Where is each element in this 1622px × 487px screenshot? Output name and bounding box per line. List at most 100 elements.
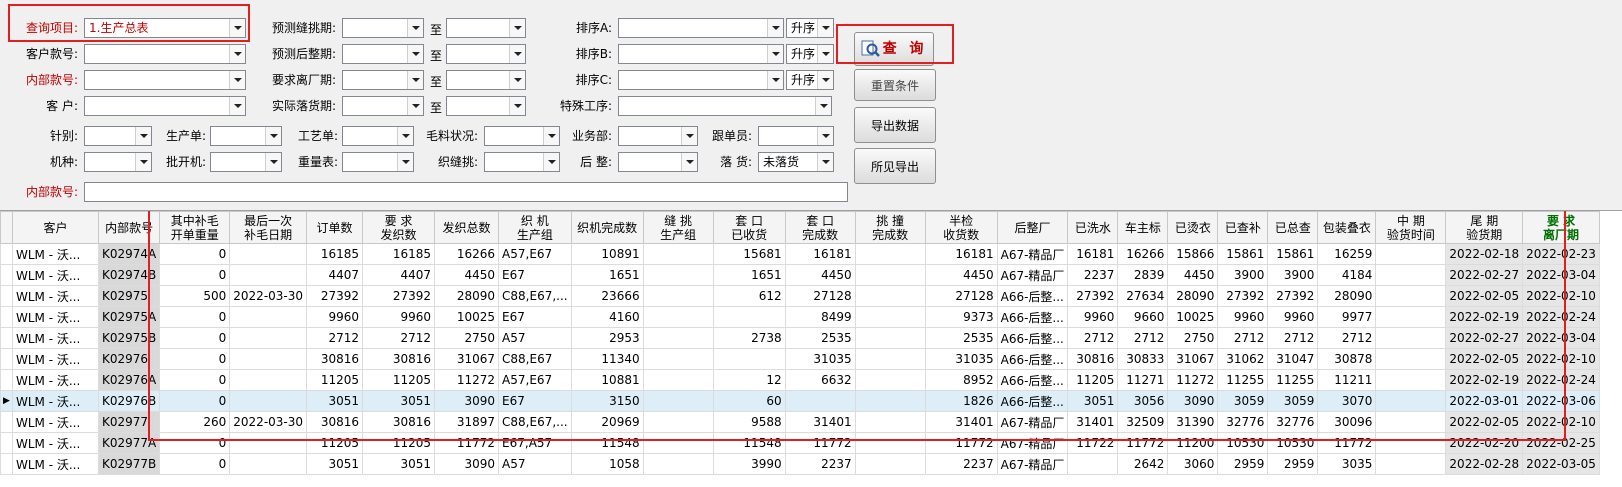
table-cell[interactable]: 2712 bbox=[1117, 327, 1169, 349]
table-cell[interactable]: 0 bbox=[159, 348, 231, 370]
table-row[interactable]: WLM - 沃... K02977A 0 11205 11205 11772 E67,A57… bbox=[0, 432, 1600, 454]
table-cell[interactable]: 31062 bbox=[1217, 348, 1269, 370]
table-cell[interactable] bbox=[229, 306, 308, 328]
internal-no2-input[interactable] bbox=[84, 182, 848, 202]
table-cell[interactable]: 2750 bbox=[434, 327, 500, 349]
table-cell[interactable]: 16259 bbox=[1317, 243, 1377, 265]
table-cell[interactable]: 16181 bbox=[924, 243, 998, 265]
table-cell[interactable]: 30816 bbox=[306, 348, 364, 370]
table-cell[interactable]: 2022-03-05 bbox=[1522, 453, 1600, 475]
sort-a-select[interactable] bbox=[618, 18, 784, 38]
table-cell[interactable]: 2712 bbox=[306, 327, 364, 349]
table-cell[interactable]: A67-精品厂 bbox=[996, 432, 1069, 454]
table-cell[interactable] bbox=[642, 306, 714, 328]
row-selector[interactable] bbox=[0, 306, 13, 328]
special-proc-select[interactable] bbox=[618, 96, 832, 116]
column-header[interactable]: 缝 挑 生产组 bbox=[642, 211, 714, 244]
chevron-down-icon[interactable] bbox=[817, 153, 833, 171]
table-cell[interactable] bbox=[854, 264, 926, 286]
chevron-down-icon[interactable] bbox=[397, 127, 413, 145]
table-cell[interactable]: K02975 bbox=[97, 285, 161, 307]
table-cell[interactable]: 2237 bbox=[924, 453, 998, 475]
column-header[interactable]: 客户 bbox=[12, 211, 99, 244]
table-cell[interactable]: 3900 bbox=[1217, 264, 1269, 286]
chevron-down-icon[interactable] bbox=[407, 19, 423, 37]
business-select[interactable] bbox=[618, 126, 698, 146]
table-cell[interactable]: 11772 bbox=[1317, 432, 1377, 454]
table-cell[interactable]: 27128 bbox=[924, 285, 998, 307]
table-cell[interactable]: 612 bbox=[712, 285, 786, 307]
table-cell[interactable]: 11205 bbox=[306, 369, 364, 391]
table-cell[interactable] bbox=[642, 432, 714, 454]
table-cell[interactable]: 10530 bbox=[1267, 432, 1319, 454]
table-cell[interactable]: K02977B bbox=[97, 453, 161, 475]
table-cell[interactable]: WLM - 沃... bbox=[12, 348, 99, 370]
table-cell[interactable]: 2750 bbox=[1167, 327, 1219, 349]
table-cell[interactable]: K02975A bbox=[97, 306, 161, 328]
table-cell[interactable]: 3059 bbox=[1217, 390, 1269, 412]
table-cell[interactable] bbox=[642, 348, 714, 370]
table-cell[interactable]: 3035 bbox=[1317, 453, 1377, 475]
table-cell[interactable]: WLM - 沃... bbox=[12, 369, 99, 391]
chevron-down-icon[interactable] bbox=[229, 45, 245, 63]
table-cell[interactable]: 2022-02-05 bbox=[1445, 348, 1524, 370]
internal-no-select[interactable] bbox=[84, 70, 246, 90]
table-cell[interactable]: 500 bbox=[159, 285, 231, 307]
chevron-down-icon[interactable] bbox=[767, 19, 783, 37]
table-cell[interactable] bbox=[1375, 285, 1447, 307]
table-cell[interactable]: 30096 bbox=[1317, 411, 1377, 433]
table-cell[interactable] bbox=[1375, 348, 1447, 370]
table-cell[interactable]: A67-精品厂 bbox=[996, 243, 1069, 265]
table-row[interactable]: WLM - 沃... K02974A 0 16185 16185 16266 A57,E67… bbox=[0, 243, 1600, 265]
table-cell[interactable]: 2022-02-23 bbox=[1522, 243, 1600, 265]
table-cell[interactable]: WLM - 沃... bbox=[12, 264, 99, 286]
table-cell[interactable] bbox=[642, 243, 714, 265]
table-cell[interactable]: 1826 bbox=[924, 390, 998, 412]
chevron-down-icon[interactable] bbox=[509, 97, 525, 115]
column-header[interactable]: 已总查 bbox=[1267, 211, 1319, 244]
table-cell[interactable]: A66-后整... bbox=[996, 285, 1069, 307]
table-cell[interactable] bbox=[1375, 390, 1447, 412]
table-cell[interactable]: 0 bbox=[159, 243, 231, 265]
pred-finish-from[interactable] bbox=[342, 44, 424, 64]
weight-select[interactable] bbox=[342, 152, 414, 172]
row-selector[interactable] bbox=[0, 432, 13, 454]
table-cell[interactable]: 27392 bbox=[306, 285, 364, 307]
column-header[interactable]: 包装叠衣 bbox=[1317, 211, 1377, 244]
table-cell[interactable]: 16185 bbox=[362, 243, 436, 265]
table-cell[interactable]: 16266 bbox=[1117, 243, 1169, 265]
chevron-down-icon[interactable] bbox=[407, 45, 423, 63]
query-button[interactable]: 查 询 bbox=[854, 32, 934, 66]
table-cell[interactable] bbox=[229, 390, 308, 412]
row-selector[interactable] bbox=[0, 348, 13, 370]
chevron-down-icon[interactable] bbox=[767, 71, 783, 89]
table-cell[interactable]: 4450 bbox=[924, 264, 998, 286]
table-cell[interactable] bbox=[1375, 327, 1447, 349]
table-cell[interactable]: 11722 bbox=[1067, 432, 1119, 454]
table-cell[interactable]: 0 bbox=[159, 432, 231, 454]
chevron-down-icon[interactable] bbox=[509, 71, 525, 89]
table-cell[interactable]: 16185 bbox=[306, 243, 364, 265]
table-cell[interactable]: 10530 bbox=[1217, 432, 1269, 454]
table-cell[interactable]: 30816 bbox=[306, 411, 364, 433]
table-cell[interactable]: 4450 bbox=[1167, 264, 1219, 286]
table-cell[interactable] bbox=[1375, 453, 1447, 475]
table-cell[interactable]: A66-后整... bbox=[996, 390, 1069, 412]
table-cell[interactable] bbox=[229, 369, 308, 391]
table-cell[interactable]: 10025 bbox=[1167, 306, 1219, 328]
chevron-down-icon[interactable] bbox=[229, 97, 245, 115]
data-grid[interactable]: 客户 内部款号 其中补毛 开单重量 最后一次 补毛日期 订单数要 求 发织数 发织总数织 … bbox=[0, 210, 1622, 487]
table-cell[interactable]: C88,E67 bbox=[498, 348, 572, 370]
sort-b-select[interactable] bbox=[618, 44, 784, 64]
table-cell[interactable]: 28090 bbox=[1317, 285, 1377, 307]
table-cell[interactable]: 2022-02-05 bbox=[1445, 285, 1524, 307]
table-cell[interactable]: 11772 bbox=[1117, 432, 1169, 454]
column-header[interactable]: 已查补 bbox=[1217, 211, 1269, 244]
table-cell[interactable]: 2022-02-28 bbox=[1445, 453, 1524, 475]
table-cell[interactable]: C88,E67,... bbox=[498, 411, 572, 433]
table-cell[interactable] bbox=[229, 264, 308, 286]
table-cell[interactable]: 4450 bbox=[434, 264, 500, 286]
table-cell[interactable] bbox=[854, 390, 926, 412]
table-cell[interactable] bbox=[854, 369, 926, 391]
machine-select[interactable] bbox=[84, 152, 152, 172]
